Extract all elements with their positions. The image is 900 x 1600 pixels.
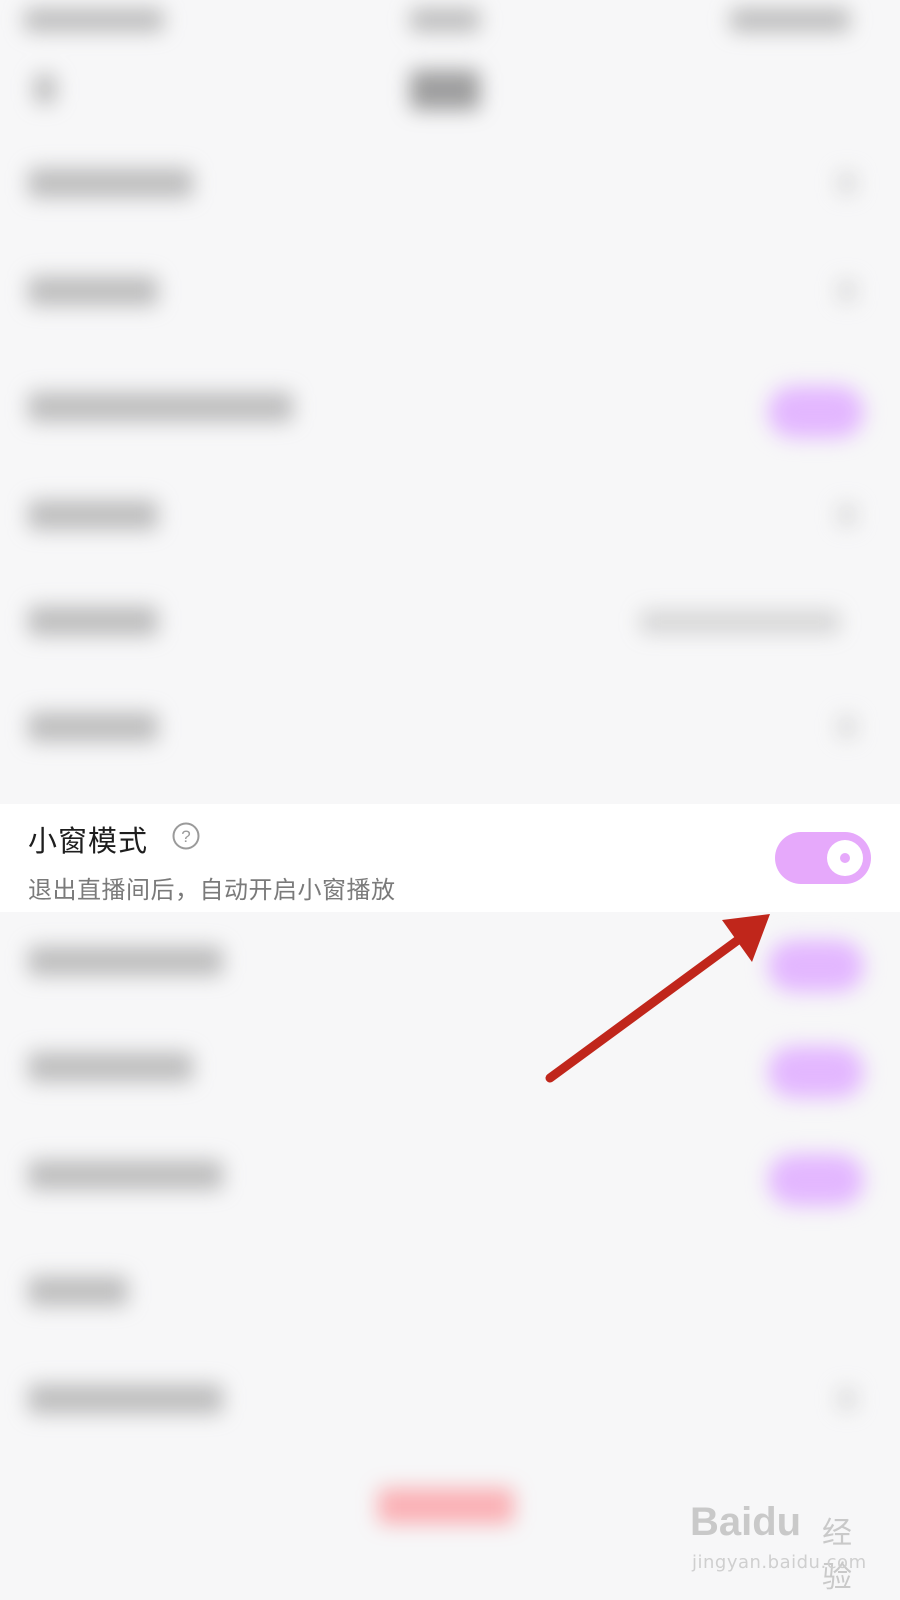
setting-row-2-label[interactable] xyxy=(28,276,158,306)
setting-row-5-value xyxy=(640,610,840,634)
watermark-brand: Baidu xyxy=(690,1500,802,1544)
chevron-right-icon xyxy=(838,1388,856,1410)
blurred-background xyxy=(0,0,900,1600)
back-icon[interactable] xyxy=(34,74,56,104)
chevron-right-icon xyxy=(838,280,856,302)
toggle-switch[interactable] xyxy=(768,1154,864,1206)
setting-row-7-label[interactable] xyxy=(28,946,223,976)
status-bar-time xyxy=(24,8,164,32)
chevron-right-icon xyxy=(838,172,856,194)
setting-row-4-label[interactable] xyxy=(28,500,158,530)
watermark-url: jingyan.baidu.com xyxy=(692,1552,867,1573)
setting-row-11-label[interactable] xyxy=(28,1384,223,1414)
baidu-jingyan-watermark: Baidu 经验 jingyan.baidu.com xyxy=(690,1500,880,1595)
toggle-knob xyxy=(827,840,863,876)
status-bar-icons xyxy=(730,8,850,32)
setting-row-5-label[interactable] xyxy=(28,606,158,636)
toggle-switch[interactable] xyxy=(768,1046,864,1098)
setting-row-10-label[interactable] xyxy=(28,1276,128,1306)
logout-button[interactable] xyxy=(378,1488,514,1524)
setting-row-8-label[interactable] xyxy=(28,1052,193,1082)
setting-row-3-label[interactable] xyxy=(28,392,293,422)
question-circle-icon[interactable]: ? xyxy=(172,822,200,850)
setting-title: 小窗模式 xyxy=(28,824,149,858)
setting-row-6-label[interactable] xyxy=(28,712,158,742)
setting-row-9-label[interactable] xyxy=(28,1160,223,1190)
chevron-right-icon xyxy=(838,504,856,526)
svg-text:?: ? xyxy=(181,827,190,846)
setting-subtitle: 退出直播间后，自动开启小窗播放 xyxy=(28,876,396,904)
setting-row-1-label[interactable] xyxy=(28,168,193,198)
toggle-switch[interactable] xyxy=(768,940,864,992)
toggle-switch[interactable] xyxy=(768,386,864,438)
status-bar-center xyxy=(410,8,480,32)
setting-row-mini-window: 小窗模式 ? 退出直播间后，自动开启小窗播放 xyxy=(0,804,900,912)
page-title xyxy=(410,70,480,110)
mini-window-toggle[interactable] xyxy=(775,832,871,884)
chevron-right-icon xyxy=(838,716,856,738)
